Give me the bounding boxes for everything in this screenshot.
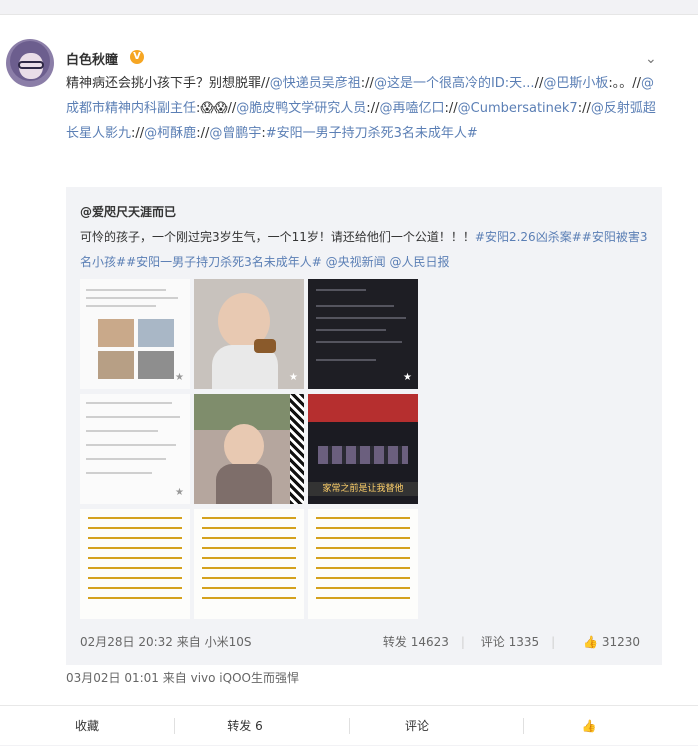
repost-text: 可怜的孩子，一个刚过完3岁生气，一个11岁！请还给他们一个公道！！！#安阳2.2…: [80, 225, 650, 275]
repost-stats: 转发 14623 | 评论 1335 | 👍 31230: [382, 635, 640, 649]
repost-like-stat[interactable]: 👍 31230: [571, 635, 640, 649]
image-thumbnail-1[interactable]: ★: [80, 279, 190, 389]
verified-badge-icon: V: [130, 50, 144, 64]
image-thumbnail-2[interactable]: ★: [194, 279, 304, 389]
repost-link[interactable]: @人民日报: [389, 255, 449, 269]
post-link[interactable]: @再嗑亿口: [379, 101, 444, 116]
image-banner-text: 家常之前是让我替他: [308, 482, 418, 496]
post-link[interactable]: @柯酥鹿: [144, 126, 196, 141]
star-icon: ★: [175, 487, 184, 498]
post-time[interactable]: 03月02日 01:01: [66, 671, 159, 685]
post-text-segment: //: [365, 76, 374, 91]
star-icon: ★: [175, 372, 184, 383]
repost-source: 小米10S: [204, 635, 252, 649]
star-icon: ★: [403, 372, 412, 383]
image-thumbnail-6[interactable]: 家常之前是让我替他: [308, 394, 418, 504]
image-grid: ★ ★ ★ ★ 家常之前是让我替他: [80, 279, 420, 619]
image-thumbnail-9[interactable]: [308, 509, 418, 619]
post-text: 精神病还会挑小孩下手？别想脱罪//@快递员吴彦祖://@这是一个很高冷的ID:天…: [66, 71, 666, 146]
repost-link[interactable]: #安阳一男子持刀杀死3名未成年人#: [126, 255, 322, 269]
post-meta: 03月02日 01:01 来自 vivo iQOO生而强悍: [66, 671, 299, 685]
image-thumbnail-7[interactable]: [80, 509, 190, 619]
image-thumbnail-4[interactable]: ★: [80, 394, 190, 504]
chevron-down-icon[interactable]: ⌄: [645, 51, 657, 67]
repost-time[interactable]: 02月28日 20:32: [80, 635, 173, 649]
comment-button[interactable]: 评论: [330, 706, 504, 746]
repost-forward-stat[interactable]: 转发 14623: [383, 635, 449, 649]
post-text-segment: //: [448, 101, 458, 116]
image-thumbnail-3[interactable]: ★: [308, 279, 418, 389]
image-thumbnail-5[interactable]: [194, 394, 304, 504]
post-source: vivo iQOO生而强悍: [190, 671, 299, 685]
post-text-segment: :。。//: [608, 76, 641, 91]
reposted-content: @爱咫尺天涯而已 可怜的孩子，一个刚过完3岁生气，一个11岁！请还给他们一个公道…: [66, 187, 662, 665]
post-link[interactable]: @这是一个很高冷的ID:天...: [374, 76, 535, 91]
repost-username[interactable]: @爱咫尺天涯而已: [80, 203, 176, 220]
post-link[interactable]: #安阳一男子持刀杀死3名未成年人#: [266, 126, 478, 141]
post-text-segment: //: [582, 101, 591, 116]
thumbs-up-icon: 👍: [583, 635, 598, 649]
repost-comment-stat[interactable]: 评论 1335: [481, 635, 539, 649]
post-text-segment: 精神病还会挑小孩下手？别想脱罪//: [66, 76, 270, 91]
post-text-segment: 😱😱: [200, 101, 228, 116]
like-button[interactable]: 👍: [502, 706, 676, 746]
thumbs-up-icon: 👍: [581, 719, 597, 733]
repost-text-segment: 可怜的孩子，一个刚过完3岁生气，一个11岁！请还给他们一个公道！！！: [80, 230, 475, 244]
forward-button[interactable]: 转发 6: [158, 706, 332, 746]
repost-link[interactable]: #安阳2.26凶杀案#: [475, 230, 582, 244]
repost-meta: 02月28日 20:32 来自 小米10S: [80, 635, 252, 649]
user-avatar[interactable]: [6, 39, 54, 87]
post-link[interactable]: @脆皮鸭文学研究人员: [236, 101, 366, 116]
post-text-segment: //: [534, 76, 544, 91]
weibo-post-card: 白色秋瞳 V ⌄ 精神病还会挑小孩下手？别想脱罪//@快递员吴彦祖://@这是一…: [0, 14, 698, 745]
star-icon: ★: [289, 372, 298, 383]
favorite-button[interactable]: 收藏: [0, 706, 174, 746]
repost-link[interactable]: @央视新闻: [326, 255, 386, 269]
post-text-segment: //: [227, 101, 237, 116]
post-link[interactable]: @巴斯小板: [543, 76, 608, 91]
post-link[interactable]: @Cumbersatinek7: [458, 101, 578, 116]
image-thumbnail-8[interactable]: [194, 509, 304, 619]
post-username[interactable]: 白色秋瞳: [66, 49, 118, 68]
action-bar: 收藏 转发 6 评论 👍: [0, 705, 698, 746]
post-text-segment: //: [135, 126, 145, 141]
post-link[interactable]: @曾鹏宇: [209, 126, 261, 141]
post-link[interactable]: @快递员吴彦祖: [270, 76, 361, 91]
